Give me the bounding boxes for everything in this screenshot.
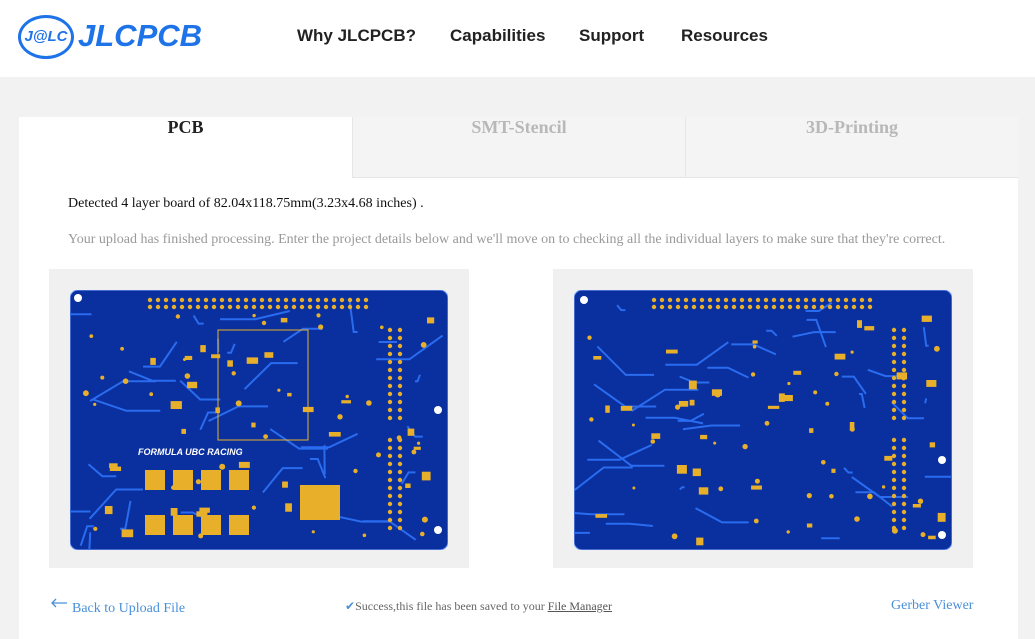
nav-why-jlcpcb[interactable]: Why JLCPCB?: [297, 26, 416, 46]
tab-smt-stencil[interactable]: SMT-Stencil: [352, 117, 685, 178]
detected-board-text: Detected 4 layer board of 82.04x118.75mm…: [68, 196, 424, 211]
nav-support[interactable]: Support: [579, 26, 644, 46]
logo-text: JLCPCB: [78, 18, 203, 53]
back-to-upload-link[interactable]: Back to Upload File: [50, 598, 186, 617]
product-tabs: PCB SMT-Stencil 3D-Printing: [19, 117, 1018, 178]
check-icon: ✔: [345, 599, 356, 613]
jlcpcb-logo[interactable]: J@LC JLCPCB: [18, 14, 218, 60]
pcb-bottom-image: [574, 290, 952, 550]
nav-capabilities[interactable]: Capabilities: [450, 26, 545, 46]
tab-3d-printing[interactable]: 3D-Printing: [685, 117, 1018, 178]
logo-badge: J@LC: [18, 15, 74, 59]
pcb-top-image: FORMULA UBC RACING: [70, 290, 448, 550]
save-status: ✔Success,this file has been saved to you…: [345, 599, 612, 614]
nav-resources[interactable]: Resources: [681, 26, 768, 46]
file-manager-link[interactable]: File Manager: [548, 599, 612, 613]
upload-panel: PCB SMT-Stencil 3D-Printing Detected 4 l…: [19, 117, 1018, 639]
pcb-bottom-preview[interactable]: [553, 269, 973, 568]
tab-pcb[interactable]: PCB: [19, 117, 352, 178]
top-header: J@LC JLCPCB Why JLCPCB? Capabilities Sup…: [0, 0, 1035, 77]
board-silk-label: FORMULA UBC RACING: [138, 447, 243, 457]
gerber-viewer-link[interactable]: Gerber Viewer: [891, 598, 973, 614]
arrow-left-icon: [51, 598, 67, 608]
back-link-label: Back to Upload File: [72, 601, 186, 616]
save-status-text: Success,this file has been saved to your: [355, 599, 548, 613]
pcb-top-preview[interactable]: FORMULA UBC RACING: [49, 269, 469, 568]
upload-info-text: Your upload has finished processing. Ent…: [68, 232, 946, 247]
